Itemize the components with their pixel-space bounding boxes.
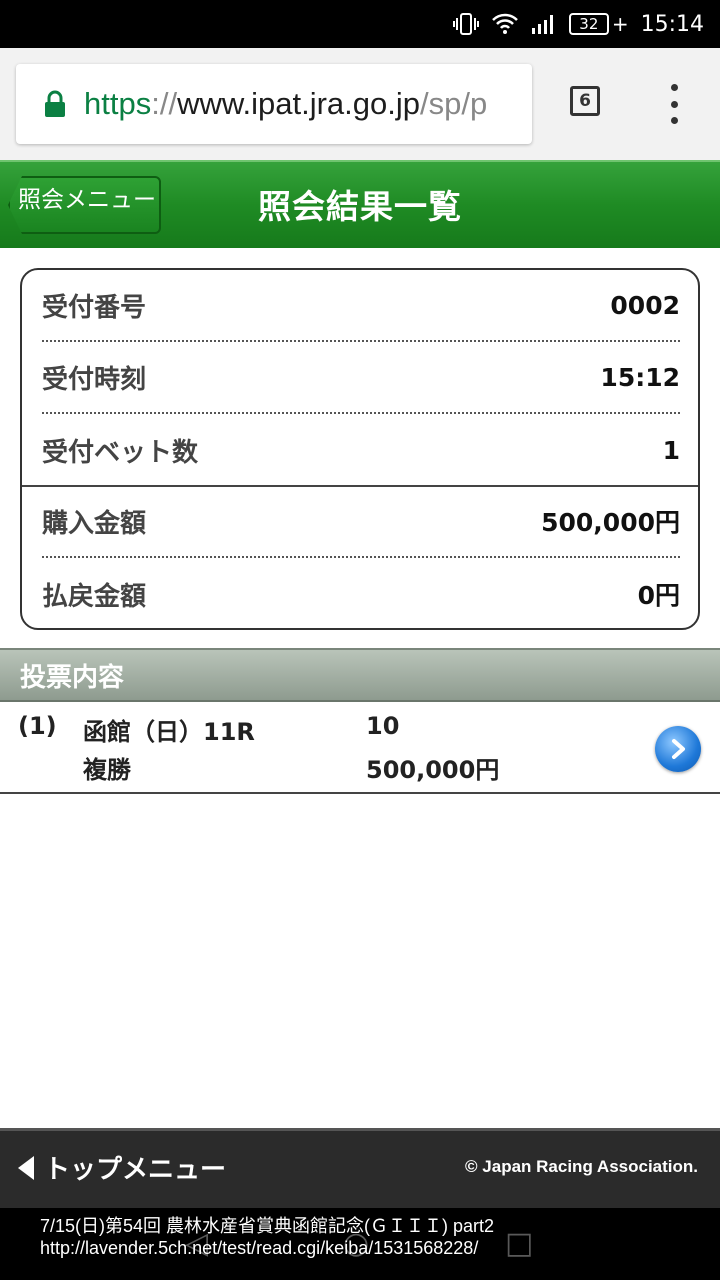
url-path: /sp/p xyxy=(420,86,488,121)
status-bar: 32 + 15:14 xyxy=(0,0,720,48)
battery-level: 32 xyxy=(568,13,609,35)
bet-type: 複勝 xyxy=(83,756,131,784)
url-host: www.ipat.jra.go.jp xyxy=(177,86,421,121)
vibrate-icon xyxy=(452,12,479,36)
bet-item-row[interactable]: (1) 函館（日）11R 複勝 10 500,000円 xyxy=(0,704,720,794)
payout-amount-label: 払戻金額 xyxy=(42,581,147,612)
clock: 15:14 xyxy=(640,11,704,37)
url-text: https://www.ipat.jra.go.jp/sp/p xyxy=(84,86,487,122)
signal-icon xyxy=(531,13,557,35)
charging-icon: + xyxy=(611,12,629,36)
receipt-time-row: 受付時刻 15:12 xyxy=(42,342,680,414)
bet-count-row: 受付ベット数 1 xyxy=(42,414,680,486)
nav-recents-icon: □ xyxy=(505,1226,534,1261)
battery-indicator: 32 + xyxy=(568,12,629,36)
tab-switcher-button[interactable]: 6 xyxy=(570,86,600,116)
wifi-icon xyxy=(491,13,519,35)
browser-toolbar: https://www.ipat.jra.go.jp/sp/p 6 xyxy=(0,48,720,160)
top-menu-label: トップメニュー xyxy=(44,1155,227,1185)
page-title: 照会結果一覧 xyxy=(258,187,462,226)
caption-title: 7/15(日)第54回 農林水産省賞典函館記念(ＧＩＩＩ) part2 xyxy=(40,1216,495,1236)
bet-detail-arrow-icon[interactable] xyxy=(655,726,701,772)
lock-icon xyxy=(44,90,66,118)
receipt-number-row: 受付番号 0002 xyxy=(42,270,680,342)
page-footer: トップメニュー © Japan Racing Association. xyxy=(0,1128,720,1208)
section-title: 投票内容 xyxy=(20,662,125,693)
copyright-text: © Japan Racing Association. xyxy=(465,1157,698,1176)
payout-amount-row: 払戻金額 0円 xyxy=(42,558,680,628)
page-header: 照会メニュー 照会結果一覧 xyxy=(0,160,720,248)
purchase-amount-row: 購入金額 500,000円 xyxy=(42,486,680,558)
bet-race: 函館（日）11R xyxy=(83,718,255,746)
summary-card: 受付番号 0002 受付時刻 15:12 受付ベット数 1 購入金額 500,0… xyxy=(20,268,700,630)
left-triangle-icon xyxy=(18,1155,34,1180)
overflow-menu-icon[interactable] xyxy=(662,84,686,124)
receipt-time-value: 15:12 xyxy=(600,362,680,392)
bet-count-value: 1 xyxy=(662,435,680,465)
bet-amount: 500,000円 xyxy=(366,756,500,784)
purchase-amount-value: 500,000円 xyxy=(541,508,680,537)
top-menu-link[interactable]: トップメニュー xyxy=(18,1149,226,1186)
purchase-amount-label: 購入金額 xyxy=(42,508,147,539)
caption-url: http://lavender.5ch.net/test/read.cgi/ke… xyxy=(40,1238,479,1258)
url-separator: :// xyxy=(151,86,178,121)
receipt-time-label: 受付時刻 xyxy=(42,364,147,395)
bet-count-label: 受付ベット数 xyxy=(42,437,199,468)
caption-overlay: ◁ ○ □ 7/15(日)第54回 農林水産省賞典函館記念(ＧＩＩＩ) part… xyxy=(0,1208,720,1280)
payout-amount-value: 0円 xyxy=(637,581,680,610)
bet-selection: 10 xyxy=(366,712,400,740)
address-bar[interactable]: https://www.ipat.jra.go.jp/sp/p xyxy=(16,64,532,144)
url-scheme: https xyxy=(84,86,152,121)
bet-contents-header: 投票内容 xyxy=(0,648,720,702)
receipt-number-label: 受付番号 xyxy=(42,292,147,323)
receipt-number-value: 0002 xyxy=(610,290,680,320)
bet-index: (1) xyxy=(18,712,57,740)
